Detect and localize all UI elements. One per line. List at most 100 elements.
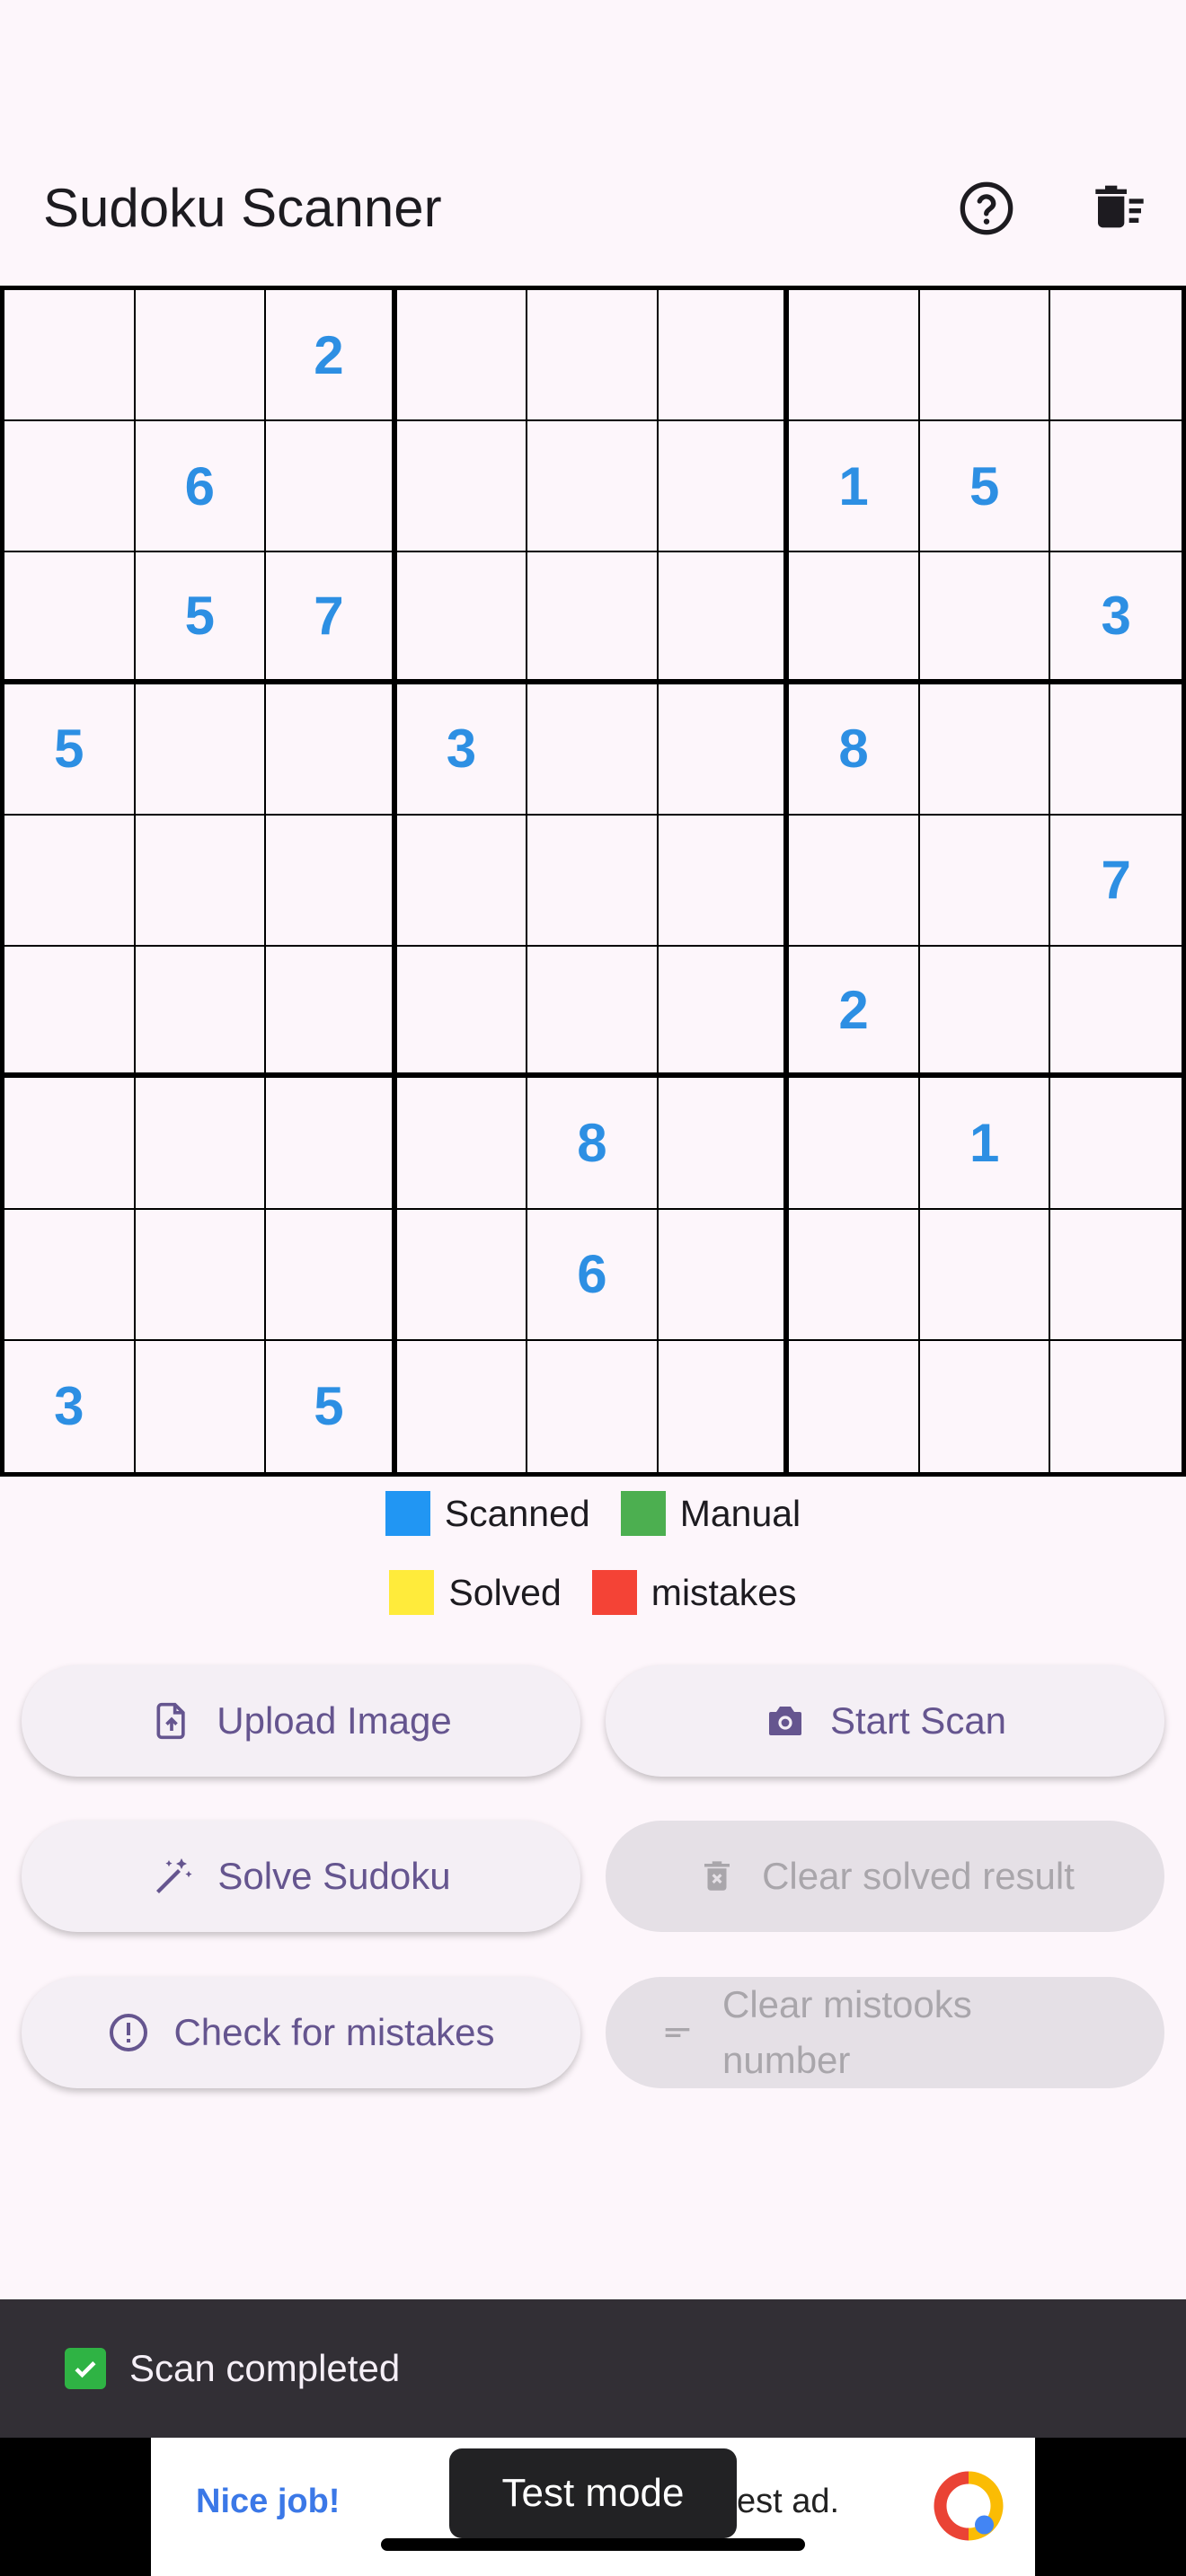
sudoku-cell[interactable] [266,815,397,948]
clear-mistakes-button[interactable]: Clear mistooks number [606,1977,1164,2088]
sudoku-cell[interactable] [527,947,659,1079]
clear-solved-button[interactable]: Clear solved result [606,1821,1164,1932]
sudoku-cell[interactable] [1050,1341,1182,1472]
sudoku-cell[interactable] [789,1078,920,1210]
sudoku-cell[interactable] [527,684,659,816]
sudoku-cell[interactable] [1050,947,1182,1079]
sudoku-cell[interactable]: 5 [266,1340,397,1472]
legend-scanned: Scanned [385,1491,590,1536]
solve-sudoku-label: Solve Sudoku [217,1855,451,1897]
sudoku-cell[interactable] [527,1340,659,1472]
sudoku-cell[interactable] [4,947,136,1079]
sudoku-cell[interactable] [658,947,790,1079]
sudoku-cell[interactable] [396,815,528,948]
sudoku-cell[interactable] [4,1209,136,1341]
sudoku-cell[interactable] [397,1340,528,1472]
sudoku-cell[interactable]: 2 [266,290,397,422]
clear-mistakes-label: Clear mistooks number [722,1983,972,2081]
sudoku-cell[interactable] [1050,684,1182,816]
sudoku-cell[interactable] [4,1078,136,1210]
sudoku-cell[interactable] [658,1209,790,1341]
sudoku-cell[interactable] [920,1340,1051,1472]
home-indicator[interactable] [381,2538,805,2551]
sudoku-cell[interactable] [659,1340,790,1472]
sudoku-cell[interactable]: 3 [1050,552,1182,684]
sudoku-cell[interactable] [396,421,528,553]
sudoku-cell[interactable] [396,1209,528,1341]
sudoku-cell[interactable] [658,421,790,553]
sudoku-cell[interactable] [396,1078,528,1210]
legend-scanned-label: Scanned [444,1492,590,1534]
sudoku-cell[interactable] [1050,290,1182,422]
check-mistakes-label: Check for mistakes [173,2011,495,2053]
sudoku-cell[interactable] [919,815,1051,948]
sudoku-cell[interactable] [135,947,267,1079]
sudoku-cell[interactable] [1050,1078,1182,1210]
sudoku-cell[interactable] [919,684,1051,816]
sudoku-cell[interactable] [396,552,528,684]
clear-all-button[interactable] [1084,172,1155,244]
sudoku-cell[interactable]: 3 [4,1340,136,1472]
sudoku-cell[interactable] [266,684,397,816]
sudoku-cell[interactable] [4,290,136,422]
help-button[interactable] [951,172,1022,244]
sudoku-cell[interactable] [789,552,920,684]
sudoku-cell[interactable] [266,421,397,553]
sudoku-cell[interactable] [135,684,267,816]
sudoku-cell[interactable] [919,552,1051,684]
sudoku-cell[interactable] [658,290,790,422]
sudoku-cell[interactable]: 6 [527,1209,659,1341]
sudoku-cell[interactable] [4,552,136,684]
upload-image-button[interactable]: Upload Image [22,1665,580,1777]
sudoku-cell[interactable] [135,1209,267,1341]
sudoku-cell[interactable] [527,815,659,948]
sudoku-cell[interactable] [135,290,267,422]
sudoku-cell[interactable] [266,1209,397,1341]
sudoku-cell[interactable] [396,947,528,1079]
sudoku-cell[interactable] [266,1078,397,1210]
sudoku-cell[interactable]: 5 [919,421,1051,553]
solve-sudoku-button[interactable]: Solve Sudoku [22,1821,580,1932]
sudoku-cell[interactable] [396,290,528,422]
sudoku-cell[interactable] [658,815,790,948]
legend-solved: Solved [389,1570,562,1615]
sudoku-cell[interactable] [1050,421,1182,553]
sudoku-cell[interactable]: 1 [919,1078,1051,1210]
start-scan-button[interactable]: Start Scan [606,1665,1164,1777]
sudoku-cell[interactable] [4,421,136,553]
sudoku-cell[interactable] [658,552,790,684]
sudoku-cell[interactable]: 1 [789,421,920,553]
legend-manual: Manual [620,1491,801,1536]
sudoku-cell[interactable] [658,684,790,816]
sudoku-cell[interactable] [135,815,267,948]
sudoku-cell[interactable] [919,947,1051,1079]
sudoku-cell[interactable]: 8 [789,684,920,816]
sudoku-cell[interactable] [789,290,920,422]
sudoku-cell[interactable] [266,947,397,1079]
sudoku-cell[interactable] [527,290,659,422]
sudoku-cell[interactable] [527,421,659,553]
sudoku-cell[interactable]: 7 [1050,816,1182,948]
sudoku-cell[interactable]: 5 [135,552,267,684]
sudoku-cell[interactable] [789,1340,920,1472]
sudoku-cell[interactable] [4,815,136,948]
sudoku-cell[interactable] [136,1340,267,1472]
sudoku-cell[interactable] [135,1078,267,1210]
start-scan-label: Start Scan [829,1699,1007,1742]
sudoku-cell[interactable]: 2 [789,947,920,1079]
sudoku-cell[interactable] [919,290,1051,422]
check-mistakes-button[interactable]: Check for mistakes [22,1977,580,2088]
sudoku-cell[interactable]: 7 [266,552,397,684]
sudoku-cell[interactable] [789,1209,920,1341]
sudoku-cell[interactable]: 6 [135,421,267,553]
sudoku-cell[interactable] [1050,1210,1182,1341]
manual-swatch [620,1491,666,1536]
sudoku-cell[interactable]: 5 [4,684,136,816]
sudoku-cell[interactable] [527,552,659,684]
sudoku-cell[interactable] [919,1209,1051,1341]
sudoku-cell[interactable]: 3 [396,684,528,816]
sudoku-cell[interactable]: 8 [527,1078,659,1210]
sudoku-cell[interactable] [789,815,920,948]
clear-solved-label: Clear solved result [762,1855,1075,1897]
sudoku-cell[interactable] [658,1078,790,1210]
